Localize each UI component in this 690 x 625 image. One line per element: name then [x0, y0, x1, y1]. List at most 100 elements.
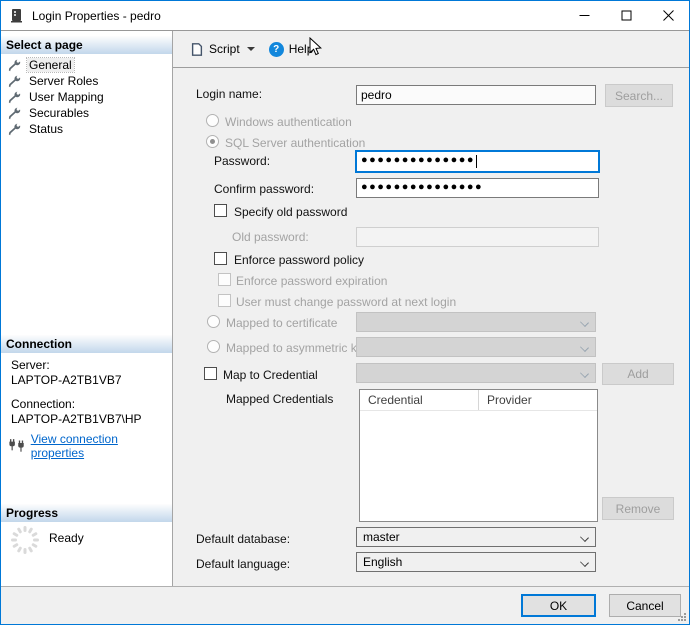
- mouse-cursor-icon: [309, 37, 322, 56]
- map-to-credential-label: Map to Credential: [223, 368, 318, 382]
- server-label: Server:: [11, 358, 50, 372]
- table-header-row: Credential Provider: [360, 390, 597, 411]
- server-value: LAPTOP-A2TB1VB7: [11, 373, 122, 387]
- progress-spinner-icon: [11, 526, 39, 554]
- login-name-value: pedro: [361, 88, 392, 102]
- old-password-label: Old password:: [232, 230, 309, 244]
- column-header-provider[interactable]: Provider: [479, 390, 532, 410]
- connection-properties-icon: [9, 439, 24, 452]
- dialog-body: Select a page General Server Roles User …: [1, 31, 689, 624]
- mapped-credentials-label: Mapped Credentials: [226, 392, 334, 406]
- window-title: Login Properties - pedro: [32, 8, 161, 23]
- select-a-page-header: Select a page: [1, 36, 172, 54]
- chevron-down-icon: [580, 343, 589, 352]
- chevron-down-icon: [580, 318, 589, 327]
- password-input[interactable]: ●●●●●●●●●●●●●●: [356, 151, 599, 172]
- certificate-dropdown: [356, 312, 596, 332]
- remove-button[interactable]: Remove: [602, 497, 674, 520]
- confirm-password-input[interactable]: ●●●●●●●●●●●●●●●: [356, 178, 599, 198]
- map-to-credential-checkbox[interactable]: [204, 367, 217, 380]
- search-button[interactable]: Search...: [605, 84, 673, 107]
- script-dropdown-icon[interactable]: [246, 47, 255, 51]
- main-panel: Script ? Help Login name: pedro Search..…: [173, 31, 689, 624]
- maximize-button[interactable]: [605, 1, 647, 30]
- sidebar-item-label: Status: [29, 122, 64, 136]
- default-language-value: English: [363, 555, 403, 569]
- minimize-button[interactable]: [563, 1, 605, 30]
- sidebar-item-general[interactable]: General: [1, 57, 172, 73]
- connection-value: LAPTOP-A2TB1VB7\HP: [11, 412, 142, 426]
- wrench-icon: [8, 107, 21, 119]
- login-name-label: Login name:: [196, 87, 263, 101]
- sidebar-item-server-roles[interactable]: Server Roles: [1, 73, 172, 89]
- sidebar-item-user-mapping[interactable]: User Mapping: [1, 89, 172, 105]
- login-name-input[interactable]: pedro: [356, 85, 596, 105]
- sidebar: Select a page General Server Roles User …: [1, 31, 173, 586]
- password-label: Password:: [214, 154, 271, 168]
- sql-authentication-label: SQL Server authentication: [225, 136, 366, 150]
- mapped-to-asymmetric-key-label: Mapped to asymmetric key: [226, 341, 370, 355]
- default-language-dropdown[interactable]: English: [356, 552, 596, 572]
- connection-header: Connection: [1, 335, 172, 353]
- enforce-password-policy-checkbox[interactable]: [214, 252, 227, 265]
- maximize-icon: [621, 10, 631, 21]
- script-label: Script: [209, 42, 240, 56]
- sidebar-item-label: Securables: [29, 106, 90, 120]
- enforce-password-expiration-label: Enforce password expiration: [236, 274, 388, 288]
- login-properties-window: Login Properties - pedro Select a page G…: [0, 0, 690, 625]
- footer-divider: [1, 586, 689, 587]
- view-connection-properties-link[interactable]: View connection properties: [31, 432, 172, 460]
- must-change-password-checkbox: [218, 294, 231, 307]
- minimize-icon: [579, 15, 589, 16]
- chevron-down-icon: [580, 558, 589, 567]
- login-properties-icon: [10, 8, 24, 23]
- must-change-password-label: User must change password at next login: [236, 295, 457, 309]
- confirm-password-masked-value: ●●●●●●●●●●●●●●●: [361, 180, 484, 193]
- specify-old-password-label: Specify old password: [234, 205, 348, 219]
- script-icon: [191, 42, 203, 56]
- chevron-down-icon: [580, 369, 589, 378]
- wrench-icon: [8, 91, 21, 103]
- enforce-password-expiration-checkbox: [218, 273, 231, 286]
- add-button[interactable]: Add: [602, 363, 674, 385]
- close-button[interactable]: [647, 1, 689, 30]
- text-caret: [476, 155, 478, 168]
- sidebar-item-securables[interactable]: Securables: [1, 105, 172, 121]
- column-header-credential[interactable]: Credential: [360, 390, 479, 410]
- view-connection-properties[interactable]: View connection properties: [9, 432, 172, 460]
- chevron-down-icon: [580, 533, 589, 542]
- cancel-button[interactable]: Cancel: [609, 594, 681, 617]
- help-icon: ?: [268, 41, 284, 57]
- windows-authentication-radio[interactable]: [206, 114, 219, 127]
- progress-header: Progress: [1, 504, 172, 522]
- windows-authentication-label: Windows authentication: [225, 115, 352, 129]
- mapped-to-certificate-radio: [207, 315, 220, 328]
- default-database-label: Default database:: [196, 532, 291, 546]
- credential-dropdown: [356, 363, 596, 383]
- window-controls: [563, 1, 689, 30]
- toolbar: Script ? Help: [173, 31, 689, 68]
- sidebar-item-label: General: [26, 57, 75, 73]
- ok-button[interactable]: OK: [521, 594, 596, 617]
- titlebar[interactable]: Login Properties - pedro: [1, 1, 689, 31]
- old-password-input: [356, 227, 599, 247]
- sidebar-item-label: User Mapping: [29, 90, 104, 104]
- specify-old-password-checkbox[interactable]: [214, 204, 227, 217]
- mapped-to-asymmetric-key-radio: [207, 340, 220, 353]
- asymmetric-key-dropdown: [356, 337, 596, 357]
- wrench-icon: [8, 123, 21, 135]
- password-masked-value: ●●●●●●●●●●●●●●: [361, 154, 476, 166]
- default-database-dropdown[interactable]: master: [356, 527, 596, 547]
- mapped-to-certificate-label: Mapped to certificate: [226, 316, 338, 330]
- resize-grip[interactable]: [676, 611, 687, 622]
- sidebar-item-status[interactable]: Status: [1, 121, 172, 137]
- mapped-credentials-table[interactable]: Credential Provider: [359, 389, 598, 522]
- close-icon: [662, 10, 674, 21]
- enforce-password-policy-label: Enforce password policy: [234, 253, 365, 267]
- wrench-icon: [8, 59, 21, 71]
- sql-authentication-radio[interactable]: [206, 135, 219, 148]
- progress-status: Ready: [49, 531, 84, 545]
- script-button[interactable]: Script: [185, 39, 260, 60]
- connection-label: Connection:: [11, 397, 76, 411]
- default-language-label: Default language:: [196, 557, 291, 571]
